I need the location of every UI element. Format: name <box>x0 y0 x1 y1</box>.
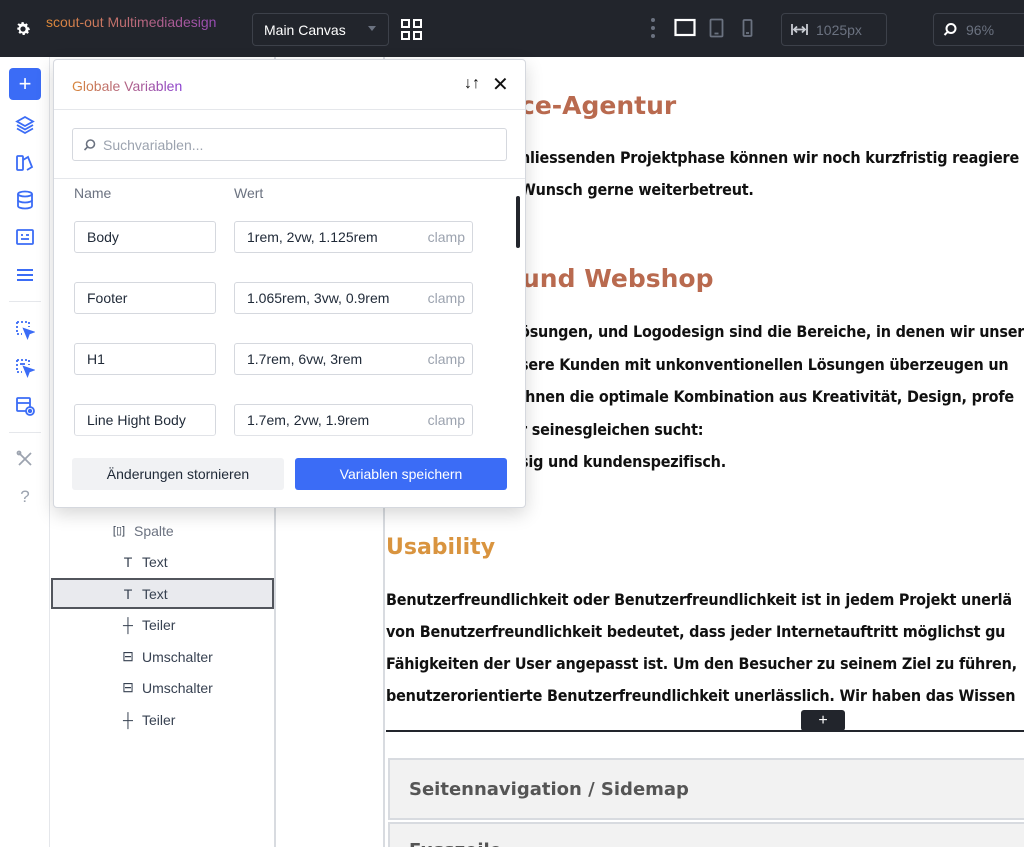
modal-header: Globale Variablen ↓↑ ✕ <box>54 60 525 110</box>
pointer-select-icon[interactable] <box>9 314 41 346</box>
divider-icon: ┼ <box>123 711 133 728</box>
tree-item-label: Spalte <box>134 522 174 539</box>
canvas-select[interactable]: Main Canvas <box>252 13 389 46</box>
grid-icon[interactable] <box>401 19 422 40</box>
tree-item[interactable]: ┼ Teiler <box>51 704 274 735</box>
database-icon[interactable] <box>9 184 41 216</box>
variable-name-field[interactable]: H1 <box>74 343 216 375</box>
tree-item-label: Teiler <box>142 616 176 633</box>
toggle-icon: ⊟ <box>122 679 134 695</box>
tree-item[interactable]: ┼ Teiler <box>51 609 274 640</box>
paragraph-line: ösungen, und Logodesign sind die Bereich… <box>520 322 1024 341</box>
tree-item-label: Umschalter <box>142 648 213 665</box>
width-arrows-icon <box>791 24 808 35</box>
accordion-footer[interactable]: Fusszeile <box>388 822 1024 847</box>
tablet-icon[interactable] <box>709 18 724 38</box>
add-section-button[interactable]: + <box>801 710 845 731</box>
width-value: 1025px <box>816 21 862 38</box>
paragraph-line: sere Kunden mit unkonventionellen Lösung… <box>520 355 1009 374</box>
variable-value: 1rem, 2vw, 1.125rem <box>247 229 378 245</box>
column-header-value: Wert <box>234 185 264 201</box>
column-icon: [▯] <box>112 525 126 537</box>
modal-title: Globale Variablen <box>72 78 183 94</box>
tree-item[interactable]: ⊟ Umschalter <box>51 641 274 672</box>
sort-icon[interactable]: ↓↑ <box>464 75 480 93</box>
scrollbar[interactable] <box>516 196 520 248</box>
divider <box>54 178 525 179</box>
divider-icon: ┼ <box>123 616 133 633</box>
tree-item[interactable]: [▯] Spalte <box>51 515 274 546</box>
separator <box>9 432 41 433</box>
text-icon: T <box>123 585 133 602</box>
toggle-icon: ⊟ <box>122 648 134 664</box>
templates-icon[interactable] <box>9 147 41 179</box>
width-input[interactable]: 1025px <box>781 13 887 46</box>
variable-name-field[interactable]: Footer <box>74 282 216 314</box>
heading-webshop: und Webshop <box>522 264 714 293</box>
layers-icon[interactable] <box>9 109 41 141</box>
tree-item-label: Text <box>142 585 168 602</box>
settings-gear-icon[interactable] <box>0 0 46 57</box>
section-boundary <box>386 730 1024 732</box>
accordion-sitemap[interactable]: Seitennavigation / Sidemap <box>388 758 1024 820</box>
paragraph-line: Fähigkeiten der User angepasst ist. Um d… <box>386 654 1017 673</box>
separator <box>9 301 41 302</box>
form-icon[interactable] <box>9 221 41 253</box>
tools-icon[interactable] <box>9 443 41 475</box>
cancel-changes-button[interactable]: Änderungen stornieren <box>72 458 284 490</box>
tree-item-selected[interactable]: T Text <box>51 578 274 609</box>
paragraph-line: Ihnen die optimale Kombination aus Kreat… <box>520 387 1014 406</box>
more-vertical-icon[interactable] <box>650 17 656 39</box>
column-header-name: Name <box>74 185 112 201</box>
paragraph-line: benutzerorientierte Benutzerfreundlichke… <box>386 686 1016 705</box>
text-icon: T <box>123 553 133 570</box>
brand-name: scout-out Multimediadesign <box>46 14 251 30</box>
paragraph-line: r seinesgleichen sucht: <box>520 420 704 439</box>
global-variables-modal: Globale Variablen ↓↑ ✕ Name Wert Body 1r… <box>53 59 526 508</box>
variable-unit: clamp <box>427 412 465 428</box>
save-variables-button[interactable]: Variablen speichern <box>295 458 507 490</box>
left-icon-bar: + ? <box>0 57 50 847</box>
paragraph-line: von Benutzerfreundlichkeit bedeutet, das… <box>386 622 1006 641</box>
paragraph-line: sig und kundenspezifisch. <box>520 452 726 471</box>
zoom-input[interactable]: 96% <box>933 13 1024 46</box>
list-settings-icon[interactable] <box>9 259 41 291</box>
tree-item[interactable]: T Text <box>51 546 274 577</box>
paragraph-line: hliessenden Projektphase können wir noch… <box>520 148 1020 167</box>
heading-usability: Usability <box>386 535 496 560</box>
chevron-down-icon <box>368 26 376 31</box>
variable-search[interactable] <box>72 128 507 161</box>
tree-item[interactable]: ⊟ Umschalter <box>51 672 274 703</box>
variable-value-field[interactable]: 1.065rem, 3vw, 0.9rem clamp <box>234 282 473 314</box>
variable-value: 1.065rem, 3vw, 0.9rem <box>247 290 390 306</box>
variable-value: 1.7rem, 6vw, 3rem <box>247 351 363 367</box>
tree-item-label: Umschalter <box>142 679 213 696</box>
help-icon[interactable]: ? <box>9 481 41 513</box>
pointer-multi-icon[interactable] <box>9 352 41 384</box>
tree-item-label: Text <box>142 553 168 570</box>
zoom-value: 96% <box>966 21 995 38</box>
desktop-icon[interactable] <box>674 18 696 38</box>
variable-unit: clamp <box>427 229 465 245</box>
add-element-button[interactable]: + <box>9 68 41 100</box>
mobile-icon[interactable] <box>742 18 753 38</box>
search-icon <box>83 138 96 151</box>
variable-value: 1.7em, 2vw, 1.9rem <box>247 412 370 428</box>
preview-icon[interactable] <box>9 390 41 422</box>
search-input[interactable] <box>103 136 483 153</box>
variable-unit: clamp <box>427 290 465 306</box>
variable-value-field[interactable]: 1.7rem, 6vw, 3rem clamp <box>234 343 473 375</box>
scroll-fade <box>54 432 525 444</box>
tree-item-label: Teiler <box>142 711 176 728</box>
heading-agency: ce-Agentur <box>520 91 677 120</box>
paragraph-line: Wunsch gerne weiterbetreut. <box>520 180 754 199</box>
paragraph-line: Benutzerfreundlichkeit oder Benutzerfreu… <box>386 590 1012 609</box>
canvas-select-value: Main Canvas <box>264 21 346 38</box>
variable-name-field[interactable]: Body <box>74 221 216 253</box>
variable-value-field[interactable]: 1rem, 2vw, 1.125rem clamp <box>234 221 473 253</box>
variable-unit: clamp <box>427 351 465 367</box>
close-icon[interactable]: ✕ <box>492 72 509 97</box>
search-icon <box>943 23 957 36</box>
